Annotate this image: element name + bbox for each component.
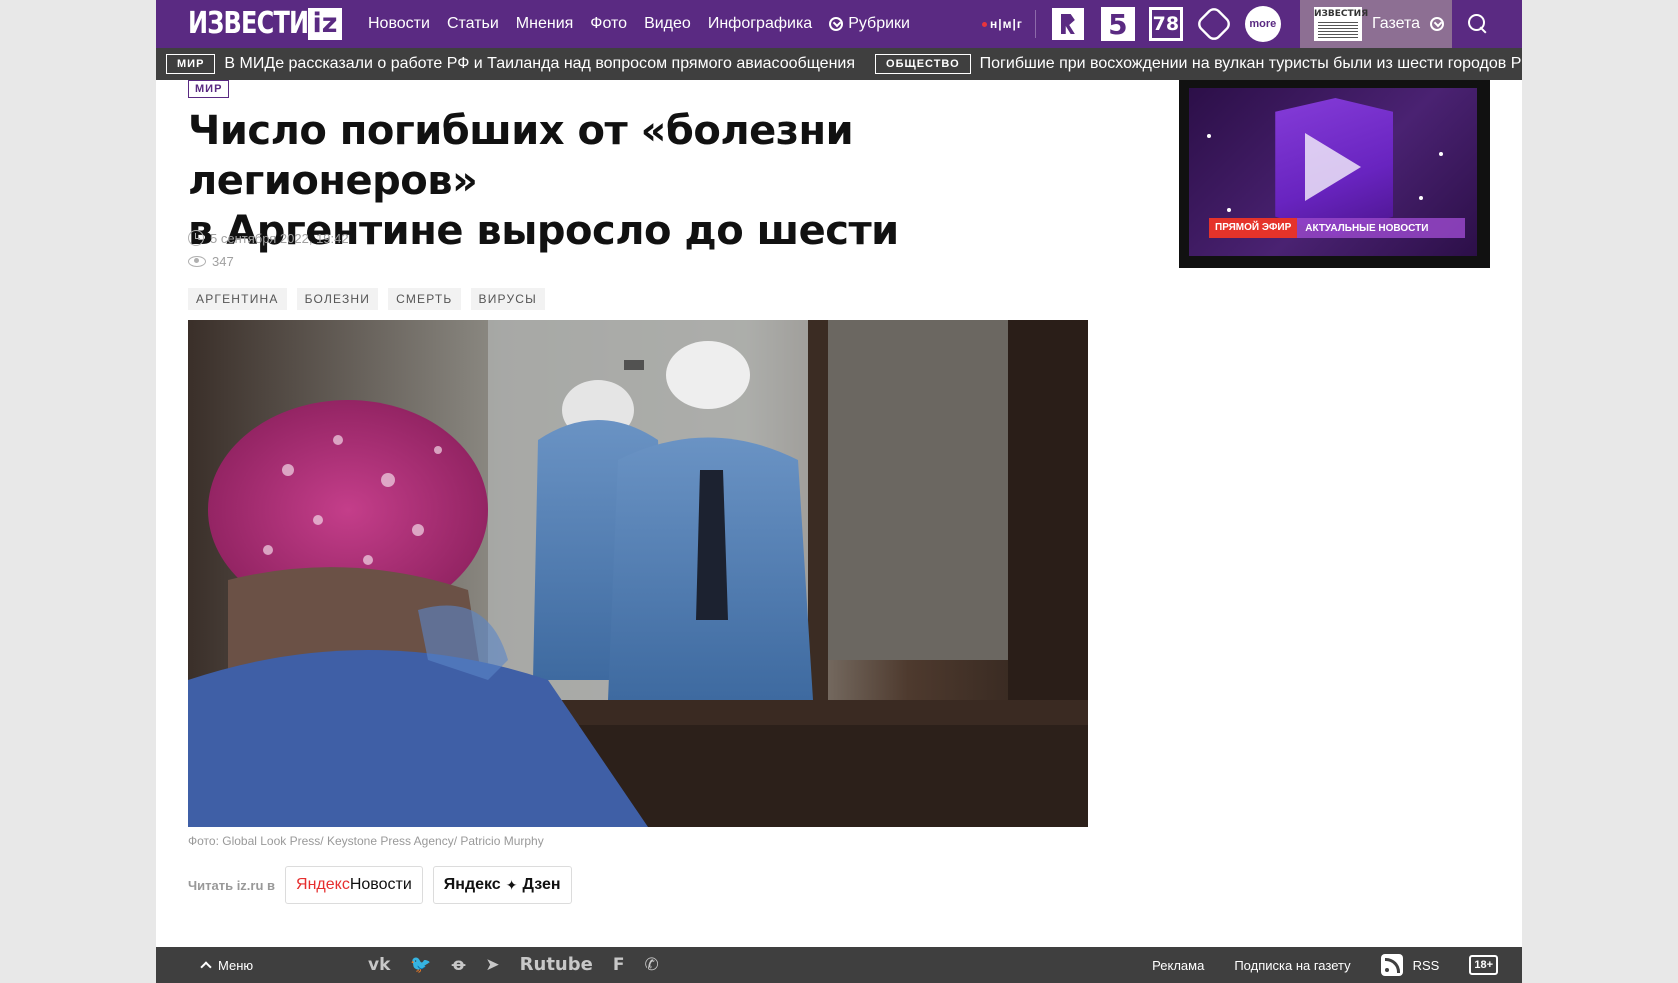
clock-icon [188, 230, 204, 246]
main-nav: Новости Статьи Мнения Фото Видео Инфогра… [368, 0, 910, 48]
channel-78-logo[interactable]: 78 [1148, 7, 1183, 41]
rss-icon [1380, 954, 1403, 976]
newspaper-label: Газета [1372, 15, 1421, 32]
play-icon[interactable] [1305, 133, 1361, 201]
nmg-logo[interactable]: н|м|г [982, 10, 1036, 38]
tag-diseases[interactable]: БОЛЕЗНИ [296, 288, 379, 310]
page: ИЗВЕСТИЯ iz Новости Статьи Мнения Фото В… [156, 0, 1522, 983]
video-preview: ПРЯМОЙ ЭФИР АКТУАЛЬНЫЕ НОВОСТИ [1189, 88, 1477, 256]
star-decor [1439, 152, 1443, 156]
menu-button[interactable]: Меню [200, 947, 254, 983]
nav-rubrics[interactable]: Рубрики [829, 15, 910, 33]
newspaper-icon: ИЗВЕСТИЯ [1314, 7, 1368, 41]
chevron-circle-down-icon [1430, 17, 1445, 31]
social-links: vk 🐦 ꝋ ➤ Rutube F ✆ [368, 947, 659, 983]
nav-news[interactable]: Новости [368, 15, 430, 33]
yandex-news-button[interactable]: Яндекс Новости [285, 866, 423, 904]
chevron-circle-down-icon [829, 17, 844, 31]
article-views-count: 347 [212, 254, 234, 269]
dzen-star-icon: ✦ [505, 876, 518, 893]
tag-death[interactable]: СМЕРТЬ [388, 288, 461, 310]
newspaper-lines [1318, 22, 1358, 38]
yandex-news-part1: Яндекс [296, 876, 350, 893]
twitter-icon[interactable]: 🐦 [410, 947, 431, 983]
rss-label: RSS [1412, 957, 1440, 973]
star-decor [1419, 196, 1423, 200]
top-navbar: ИЗВЕСТИЯ iz Новости Статьи Мнения Фото В… [156, 0, 1522, 48]
subscribe-link[interactable]: Подписка на газету [1234, 958, 1350, 973]
star-decor [1207, 134, 1211, 138]
yandex-dzen-button[interactable]: Яндекс ✦ Дзен [432, 866, 572, 904]
nav-infographics[interactable]: Инфографика [708, 15, 812, 33]
bottom-bar: Меню vk 🐦 ꝋ ➤ Rutube F ✆ Реклама Подписк… [156, 947, 1522, 983]
article-title-line: Число погибших от «болезни легионеров» [188, 108, 854, 204]
ren-tv-icon[interactable] [1051, 8, 1084, 40]
ticker-headline[interactable]: Погибшие при восхождении на вулкан турис… [980, 55, 1522, 73]
nav-photo[interactable]: Фото [590, 15, 627, 33]
news-ticker: МИР В МИДе рассказали о работе РФ и Таил… [156, 48, 1522, 80]
ticker-tag[interactable]: МИР [166, 54, 216, 74]
chevron-up-icon [200, 961, 212, 973]
article-rubric[interactable]: МИР [188, 80, 230, 98]
yandex-dzen-part2: Дзен [522, 876, 561, 893]
vk-icon[interactable]: vk [368, 947, 390, 983]
live-video-player[interactable]: ПРЯМОЙ ЭФИР АКТУАЛЬНЫЕ НОВОСТИ [1179, 80, 1490, 268]
channel-5-logo[interactable]: 5 [1100, 7, 1135, 41]
eye-icon [188, 256, 206, 267]
live-banner: ПРЯМОЙ ЭФИР АКТУАЛЬНЫЕ НОВОСТИ [1209, 218, 1465, 238]
article-tags: АРГЕНТИНА БОЛЕЗНИ СМЕРТЬ ВИРУСЫ [188, 288, 545, 310]
newspaper-icon-title: ИЗВЕСТИЯ [1314, 9, 1369, 19]
yandex-dzen-part1: Яндекс [443, 876, 501, 893]
live-label: ПРЯМОЙ ЭФИР [1209, 218, 1298, 238]
nmg-dot-icon [982, 21, 987, 27]
nav-opinions[interactable]: Мнения [516, 15, 574, 33]
age-rating-badge: 18+ [1469, 955, 1498, 975]
flipboard-icon[interactable]: F [613, 947, 625, 983]
tag-viruses[interactable]: ВИРУСЫ [470, 288, 545, 310]
search-icon[interactable] [1468, 14, 1488, 34]
menu-label: Меню [218, 957, 254, 973]
read-in-block: Читать iz.ru в Яндекс Новости Яндекс ✦ Д… [188, 866, 572, 904]
nav-articles[interactable]: Статьи [447, 15, 499, 33]
logo-iz-badge: iz [308, 8, 342, 40]
logo-text: ИЗВЕСТИЯ [188, 6, 327, 41]
live-news-label: АКТУАЛЬНЫЕ НОВОСТИ [1305, 222, 1429, 234]
photo-caption: Фото: Global Look Press/ Keystone Press … [188, 834, 544, 848]
yandex-news-part2: Новости [349, 876, 412, 893]
partner-channels: н|м|г 5 78 more [982, 0, 1281, 48]
telegram-icon[interactable]: ➤ [485, 947, 499, 983]
nav-rubrics-label: Рубрики [848, 15, 910, 32]
zvezda-channel-icon[interactable] [1194, 4, 1234, 44]
footer-links: Реклама Подписка на газету RSS 18+ [1152, 947, 1498, 983]
more-tv-logo[interactable]: more [1244, 6, 1281, 42]
ticker-headline[interactable]: В МИДе рассказали о работе РФ и Таиланда… [224, 55, 855, 73]
ticker-tag[interactable]: ОБЩЕСТВО [875, 54, 971, 74]
rutube-link[interactable]: Rutube [520, 947, 593, 983]
logo[interactable]: ИЗВЕСТИЯ iz [188, 8, 360, 40]
odnoklassniki-icon[interactable]: ꝋ [452, 947, 466, 983]
article-date-text: 5 сентября 2022, 19:42 [210, 230, 349, 246]
read-in-label: Читать iz.ru в [188, 877, 276, 893]
article-photo [188, 320, 1088, 827]
rss-link[interactable]: RSS [1380, 954, 1440, 976]
newspaper-button[interactable]: ИЗВЕСТИЯ Газета [1300, 0, 1452, 48]
ads-link[interactable]: Реклама [1152, 958, 1204, 973]
tag-argentina[interactable]: АРГЕНТИНА [188, 288, 287, 310]
nav-video[interactable]: Видео [644, 15, 691, 33]
nmg-label: н|м|г [990, 17, 1023, 31]
viber-icon[interactable]: ✆ [644, 947, 658, 983]
article-date: 5 сентября 2022, 19:42 [188, 230, 349, 246]
article-views: 347 [188, 254, 234, 269]
star-decor [1227, 208, 1231, 212]
